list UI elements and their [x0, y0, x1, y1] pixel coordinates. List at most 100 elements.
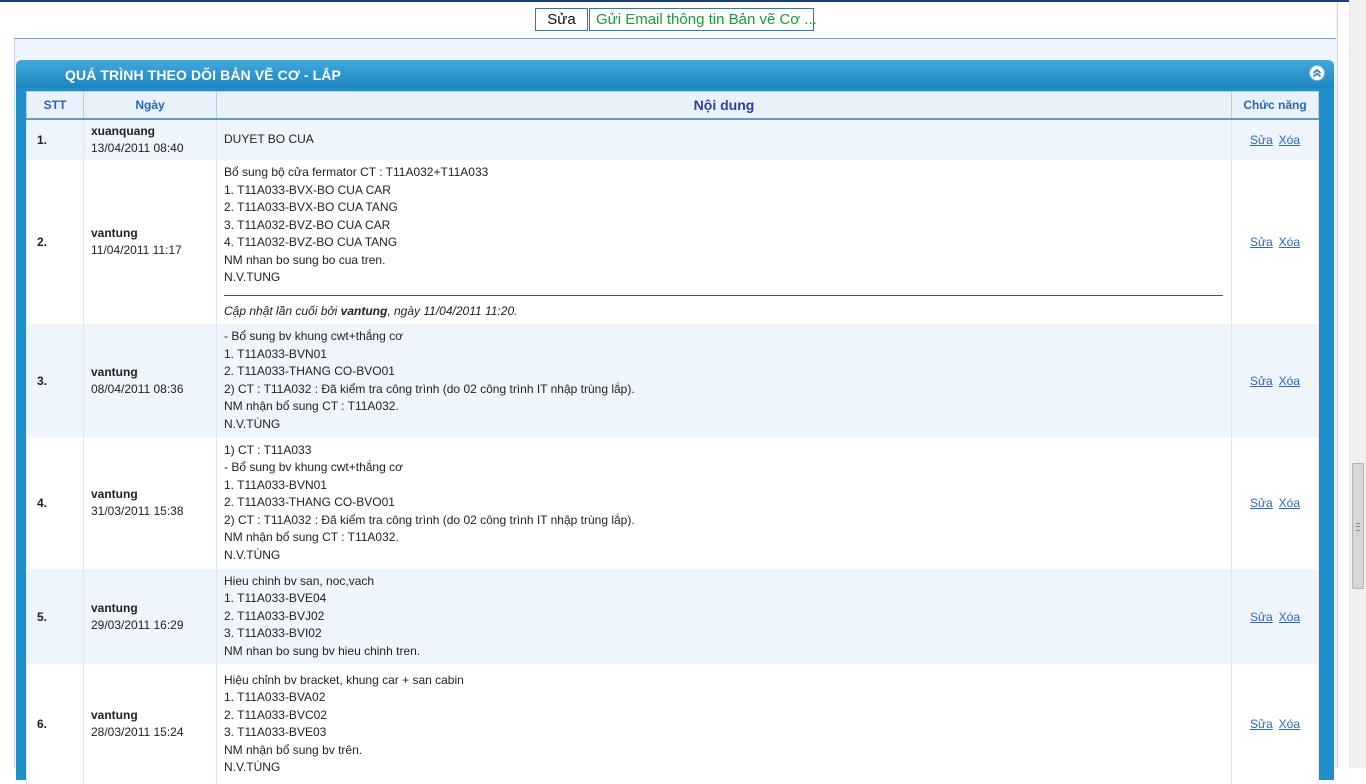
row-actions: Sửa Xóa [1231, 324, 1319, 437]
edit-link[interactable]: Sửa [1250, 496, 1273, 510]
row-stt: 6. [26, 664, 84, 784]
row-user: vantung [91, 487, 138, 501]
content-line: 2. T11A033-BVX-BO CUA TANG [224, 200, 398, 214]
content-line: DUYET BO CUA [224, 132, 314, 147]
row-stt: 1. [26, 119, 84, 160]
content-line: - Bổ sung bv khung cwt+thắng cơ [224, 329, 403, 343]
content-divider [224, 294, 1223, 296]
row-timestamp: 28/03/2011 15:24 [91, 725, 184, 739]
row-date-cell: vantung 08/04/2011 08:36 [83, 324, 217, 437]
table-row: 5. vantung 29/03/2011 16:29 Hieu chinh bv s… [26, 569, 1319, 664]
header-stt[interactable]: STT [26, 91, 84, 120]
content-line: 1. T11A033-BVN01 [224, 477, 327, 492]
table-row: 3. vantung 08/04/2011 08:36 - Bổ sung bv kh… [26, 324, 1319, 437]
header-date[interactable]: Ngày [83, 91, 217, 120]
edit-link[interactable]: Sửa [1250, 235, 1273, 249]
table-row: 1. xuanquang 13/04/2011 08:40 DUYET BO CUA S… [26, 119, 1319, 160]
row-user: vantung [91, 226, 138, 240]
content-line: 2. T11A033-BVC02 [224, 707, 327, 722]
delete-link[interactable]: Xóa [1279, 496, 1300, 510]
delete-link[interactable]: Xóa [1279, 374, 1300, 388]
row-timestamp: 11/04/2011 11:17 [91, 243, 182, 257]
edit-link[interactable]: Sửa [1250, 374, 1273, 388]
panel-title: QUÁ TRÌNH THEO DÕI BẢN VẼ CƠ - LẮP [65, 67, 341, 83]
row-stt: 5. [26, 569, 84, 664]
update-user: vantung [340, 303, 388, 318]
row-date-cell: vantung 28/03/2011 15:24 [83, 664, 217, 784]
row-date-cell: vantung 31/03/2011 15:38 [83, 437, 217, 569]
row-content: - Bổ sung bv khung cwt+thắng cơ 1. T11A03… [216, 324, 1232, 437]
content-line: 2. T11A033-THANG CO-BVO01 [224, 495, 395, 510]
header-content[interactable]: Nội dung [216, 91, 1232, 120]
row-user: vantung [91, 364, 138, 379]
content-line: NM nhan bo sung bo cua tren. [224, 252, 386, 267]
content-line: 2) CT : T11A032 : Đã kiểm tra công trình… [224, 512, 635, 527]
vertical-scrollbar[interactable] [1349, 0, 1366, 768]
row-stt: 3. [26, 324, 84, 437]
row-actions: Sửa Xóa [1231, 160, 1319, 324]
content-line: Hieu chinh bv san, noc,vach [224, 573, 375, 588]
content-line: 3. T11A033-BVI02 [224, 626, 322, 641]
row-content: 1) CT : T11A033 - Bổ sung bv khung cwt+th… [216, 437, 1232, 569]
content-line: 1. T11A033-BVA02 [224, 690, 326, 704]
table-row: 4. vantung 31/03/2011 15:38 1) CT : T11A033… [26, 437, 1319, 569]
content-line: 1. T11A033-BVE04 [224, 591, 327, 606]
update-suffix: , ngày 11/04/2011 11:20. [387, 303, 518, 318]
delete-link[interactable]: Xóa [1279, 133, 1300, 147]
tracking-table-container: STT Ngày Nội dung Chức năng 1. xuanquang 1… [26, 91, 1319, 784]
content-line: N.V.TÙNG [224, 416, 281, 431]
row-timestamp: 31/03/2011 15:38 [91, 504, 184, 518]
header-function: Chức năng [1231, 91, 1319, 120]
row-user: vantung [91, 600, 138, 615]
content-line: 2. T11A033-BVJ02 [224, 608, 325, 623]
delete-link[interactable]: Xóa [1279, 235, 1300, 249]
tracking-panel: QUÁ TRÌNH THEO DÕI BẢN VẼ CƠ - LẮP STT N… [16, 60, 1334, 784]
content-line: 1. T11A033-BVX-BO CUA CAR [224, 182, 391, 197]
row-timestamp: 13/04/2011 08:40 [91, 141, 184, 155]
content-line: NM nhận bổ sung bv trên. [224, 742, 363, 757]
edit-link[interactable]: Sửa [1250, 717, 1273, 731]
content-line: Hiệu chỉnh bv bracket, khung car + san c… [224, 672, 464, 687]
row-date-cell: vantung 11/04/2011 11:17 [83, 160, 217, 324]
edit-button[interactable]: Sửa [535, 8, 588, 31]
row-actions: Sửa Xóa [1231, 119, 1319, 160]
update-prefix: Cập nhật lần cuối bởi [224, 303, 341, 318]
panel-header: QUÁ TRÌNH THEO DÕI BẢN VẼ CƠ - LẮP [16, 60, 1334, 88]
action-toolbar: Sửa Gửi Email thông tin Bản vẽ Cơ ... [14, 2, 1336, 39]
content-line: - Bổ sung bv khung cwt+thắng cơ [224, 460, 403, 475]
content-line: 4. T11A032-BVZ-BO CUA TANG [224, 235, 398, 249]
row-stt: 4. [26, 437, 84, 569]
last-update-note: Cập nhật lần cuối bởi vantung, ngày 11/0… [224, 303, 1223, 321]
content-line: 1) CT : T11A033 [224, 442, 312, 457]
grip-icon [1356, 523, 1360, 531]
send-email-button[interactable]: Gửi Email thông tin Bản vẽ Cơ ... [589, 8, 817, 31]
table-header-row: STT Ngày Nội dung Chức năng [26, 91, 1319, 120]
delete-link[interactable]: Xóa [1279, 610, 1300, 624]
scrollbar-thumb[interactable] [1352, 463, 1364, 589]
content-line: N.V.TUNG [224, 270, 281, 284]
row-actions: Sửa Xóa [1231, 664, 1319, 784]
table-row: 2. vantung 11/04/2011 11:17 Bổ sung bộ cửa … [26, 160, 1319, 324]
delete-link[interactable]: Xóa [1279, 717, 1300, 731]
row-date-cell: vantung 29/03/2011 16:29 [83, 569, 217, 664]
double-chevron-up-icon[interactable] [1309, 65, 1325, 81]
row-content: DUYET BO CUA [216, 119, 1232, 160]
row-user: xuanquang [91, 124, 156, 138]
content-line: NM nhận bổ sung CT : T11A032. [224, 399, 399, 413]
content-line: N.V.TÙNG [224, 547, 281, 562]
content-line: Bổ sung bộ cửa fermator CT : T11A032+T11… [224, 165, 489, 179]
row-user: vantung [91, 708, 138, 722]
row-content: Hieu chinh bv san, noc,vach 1. T11A033-BV… [216, 569, 1232, 664]
row-timestamp: 08/04/2011 08:36 [91, 381, 184, 396]
content-line: 3. T11A032-BVZ-BO CUA CAR [224, 217, 391, 232]
tracking-table: STT Ngày Nội dung Chức năng 1. xuanquang 1… [26, 91, 1319, 784]
edit-link[interactable]: Sửa [1250, 610, 1273, 624]
edit-link[interactable]: Sửa [1250, 133, 1273, 147]
row-date-cell: xuanquang 13/04/2011 08:40 [83, 119, 217, 160]
row-content: Hiệu chỉnh bv bracket, khung car + san c… [216, 664, 1232, 784]
row-content: Bổ sung bộ cửa fermator CT : T11A032+T11… [216, 160, 1232, 324]
content-line: 2) CT : T11A032 : Đã kiểm tra công trình… [224, 381, 635, 396]
content-line: NM nhan bo sung bv hieu chinh tren. [224, 643, 421, 658]
content-line: 3. T11A033-BVE03 [224, 725, 327, 739]
row-timestamp: 29/03/2011 16:29 [91, 617, 184, 632]
